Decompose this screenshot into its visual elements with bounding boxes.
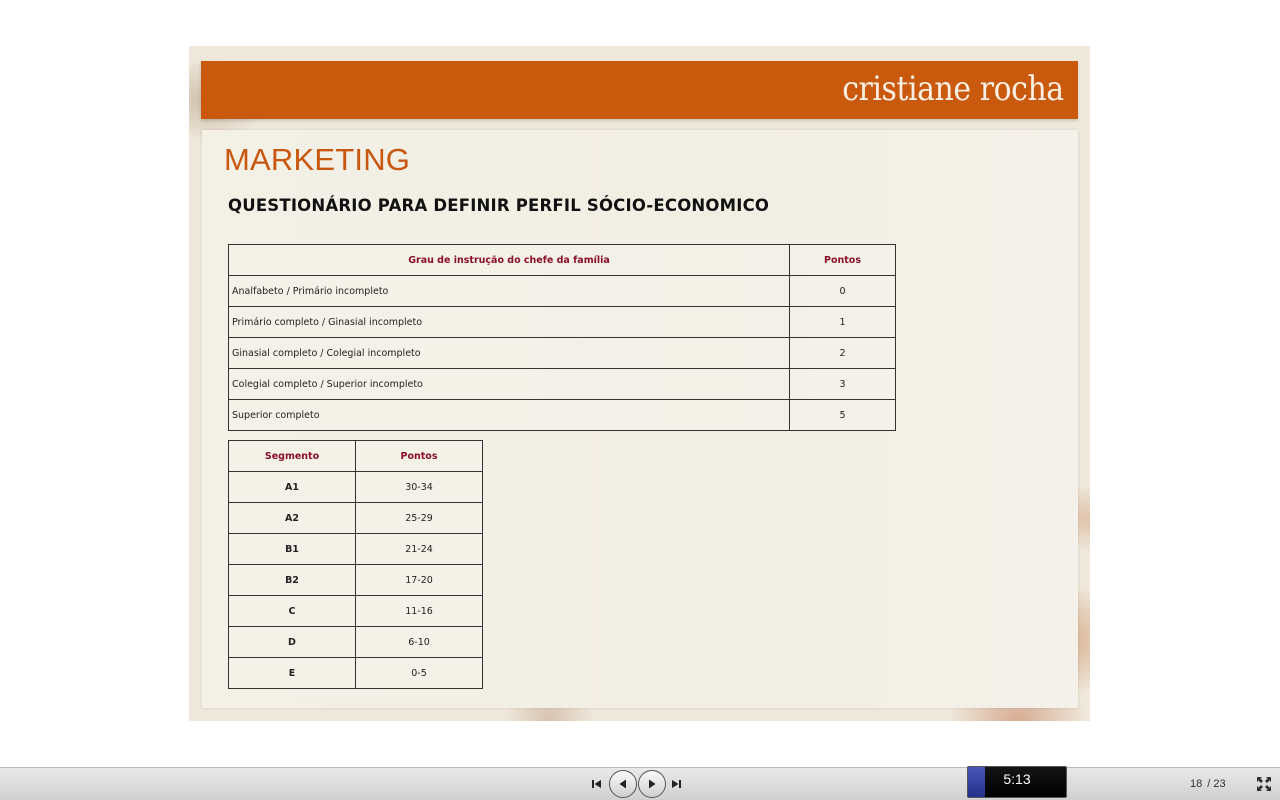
points-range-cell: 6-10 bbox=[355, 626, 483, 658]
table-row: B2 17-20 bbox=[228, 564, 483, 596]
previous-slide-button[interactable] bbox=[609, 770, 637, 798]
points-range-cell: 25-29 bbox=[355, 502, 483, 534]
segment-cell: B1 bbox=[228, 533, 356, 565]
column-header-segment: Segmento bbox=[228, 440, 356, 472]
table-row: D 6-10 bbox=[228, 626, 483, 658]
table-header-row: Segmento Pontos bbox=[228, 440, 483, 472]
segment-cell: A2 bbox=[228, 502, 356, 534]
points-range-cell: 17-20 bbox=[355, 564, 483, 596]
education-cell: Primário completo / Ginasial incompleto bbox=[228, 306, 790, 338]
slide-subtitle: QUESTIONÁRIO PARA DEFINIR PERFIL SÓCIO-E… bbox=[228, 196, 770, 215]
fullscreen-icon bbox=[1257, 777, 1271, 791]
total-pages: / 23 bbox=[1207, 778, 1226, 790]
column-header-education: Grau de instrução do chefe da família bbox=[228, 244, 790, 276]
table-row: E 0-5 bbox=[228, 657, 483, 689]
segment-cell: C bbox=[228, 595, 356, 627]
next-slide-button[interactable] bbox=[638, 770, 666, 798]
table-row: Colegial completo / Superior incompleto … bbox=[228, 368, 896, 400]
table-row: B1 21-24 bbox=[228, 533, 483, 565]
slide-header-bar: cristiane rocha bbox=[201, 61, 1078, 119]
table-row: C 11-16 bbox=[228, 595, 483, 627]
slide: cristiane rocha MARKETING QUESTIONÁRIO P… bbox=[189, 46, 1090, 721]
table-row: Superior completo 5 bbox=[228, 399, 896, 431]
points-range-cell: 0-5 bbox=[355, 657, 483, 689]
table-row: A2 25-29 bbox=[228, 502, 483, 534]
education-points-table: Grau de instrução do chefe da família Po… bbox=[228, 244, 896, 431]
last-slide-button[interactable] bbox=[668, 774, 684, 794]
segment-points-table: Segmento Pontos A1 30-34 A2 25-29 B1 21-… bbox=[228, 440, 483, 689]
page-counter: 18 / 23 bbox=[1190, 778, 1226, 790]
elapsed-time-text: 5:13 bbox=[1003, 771, 1031, 787]
segment-cell: B2 bbox=[228, 564, 356, 596]
table-row: A1 30-34 bbox=[228, 471, 483, 503]
skip-to-last-icon bbox=[672, 780, 681, 788]
segment-cell: A1 bbox=[228, 471, 356, 503]
skip-to-first-icon bbox=[592, 780, 601, 788]
table-row: Primário completo / Ginasial incompleto … bbox=[228, 306, 896, 338]
player-toolbar: 5:13 18 / 23 bbox=[0, 766, 1280, 800]
slideshow-viewer: cristiane rocha MARKETING QUESTIONÁRIO P… bbox=[0, 0, 1280, 800]
points-cell: 1 bbox=[789, 306, 896, 338]
previous-icon bbox=[619, 779, 626, 789]
points-cell: 3 bbox=[789, 368, 896, 400]
segment-cell: D bbox=[228, 626, 356, 658]
first-slide-button[interactable] bbox=[589, 774, 605, 794]
points-cell: 0 bbox=[789, 275, 896, 307]
table-row: Analfabeto / Primário incompleto 0 bbox=[228, 275, 896, 307]
points-range-cell: 11-16 bbox=[355, 595, 483, 627]
elapsed-time-display[interactable]: 5:13 bbox=[967, 766, 1067, 798]
points-cell: 5 bbox=[789, 399, 896, 431]
slide-content-panel: MARKETING QUESTIONÁRIO PARA DEFINIR PERF… bbox=[202, 130, 1078, 708]
table-header-row: Grau de instrução do chefe da família Po… bbox=[228, 244, 896, 276]
education-cell: Ginasial completo / Colegial incompleto bbox=[228, 337, 790, 369]
slide-title: MARKETING bbox=[224, 142, 411, 177]
points-range-cell: 21-24 bbox=[355, 533, 483, 565]
column-header-points: Pontos bbox=[355, 440, 483, 472]
next-icon bbox=[649, 779, 656, 789]
points-cell: 2 bbox=[789, 337, 896, 369]
education-cell: Colegial completo / Superior incompleto bbox=[228, 368, 790, 400]
segment-cell: E bbox=[228, 657, 356, 689]
points-range-cell: 30-34 bbox=[355, 471, 483, 503]
table-row: Ginasial completo / Colegial incompleto … bbox=[228, 337, 896, 369]
column-header-points: Pontos bbox=[789, 244, 896, 276]
fullscreen-button[interactable] bbox=[1254, 774, 1274, 794]
education-cell: Superior completo bbox=[228, 399, 790, 431]
brand-logo: cristiane rocha bbox=[842, 69, 1065, 109]
current-page-number: 18 bbox=[1190, 778, 1203, 790]
education-cell: Analfabeto / Primário incompleto bbox=[228, 275, 790, 307]
